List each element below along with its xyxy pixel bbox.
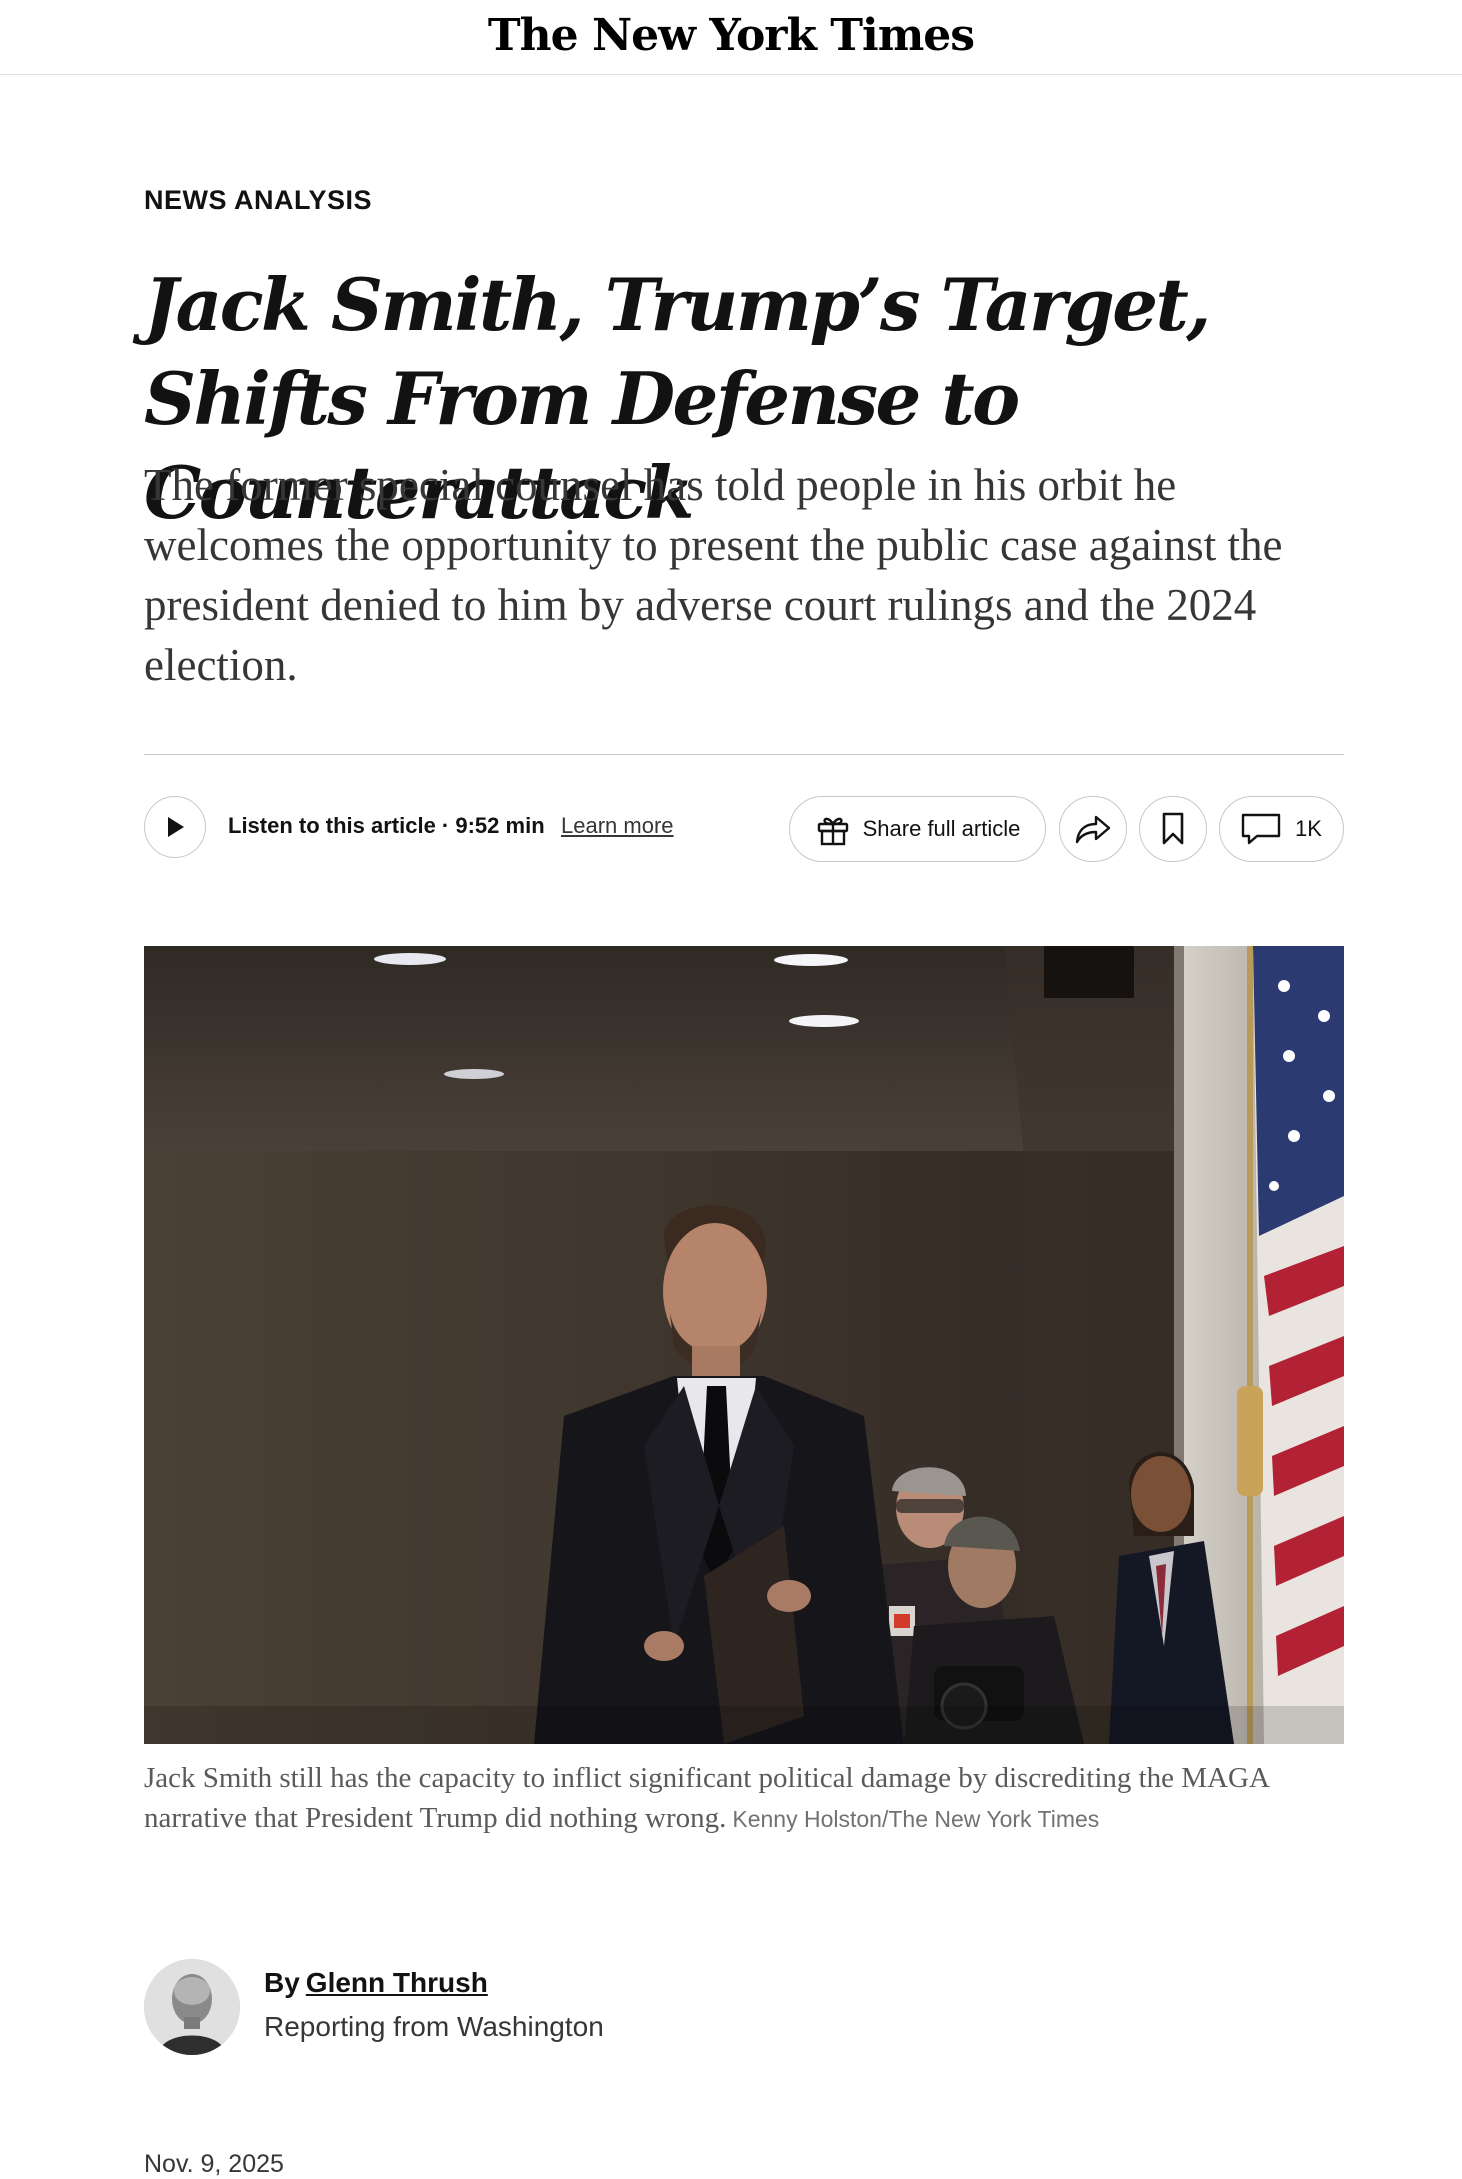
article-toolbar: Listen to this article · 9:52 min Learn … [144, 796, 1344, 862]
save-bookmark-button[interactable] [1139, 796, 1207, 862]
masthead: The New York Times [0, 0, 1462, 75]
reporting-location: Reporting from Washington [264, 2011, 604, 2042]
share-arrow-icon [1075, 815, 1111, 844]
article-kicker: NEWS ANALYSIS [144, 185, 373, 215]
listen-label: Listen to this article · 9:52 min [228, 813, 545, 838]
share-button[interactable] [1059, 796, 1127, 862]
learn-more-link[interactable]: Learn more [561, 813, 674, 839]
listen-play-button[interactable] [144, 796, 206, 858]
publish-date: Nov. 9, 2025 [144, 2150, 284, 2178]
comment-count: 1K [1295, 816, 1322, 841]
author-avatar[interactable] [144, 1959, 240, 2055]
article-summary: The former special counsel has told peop… [144, 460, 1283, 690]
lead-photo[interactable] [144, 946, 1344, 1744]
nyt-logo[interactable]: The New York Times [488, 10, 975, 61]
divider [144, 754, 1344, 755]
comments-button[interactable]: 1K [1219, 796, 1344, 862]
photo-caption: Jack Smith still has the capacity to inf… [144, 1758, 1304, 1839]
by-label: By [264, 1967, 300, 1998]
photo-credit: Kenny Holston/The New York Times [732, 1806, 1100, 1832]
lead-photo-image [144, 946, 1344, 1744]
share-full-label: Share full article [862, 816, 1021, 841]
author-line: By Glenn Thrush [264, 1967, 488, 1999]
author-headshot [144, 1959, 240, 2055]
caption-text: Jack Smith still has the capacity to inf… [144, 1762, 1269, 1834]
author-name-link[interactable]: Glenn Thrush [306, 1967, 488, 1998]
gift-icon [817, 817, 848, 846]
play-icon [168, 817, 184, 837]
share-full-article-button[interactable]: Share full article [789, 796, 1046, 862]
bookmark-icon [1162, 812, 1184, 845]
comment-icon [1241, 813, 1281, 845]
byline: By Glenn Thrush Reporting from Washington [144, 1959, 1344, 2059]
